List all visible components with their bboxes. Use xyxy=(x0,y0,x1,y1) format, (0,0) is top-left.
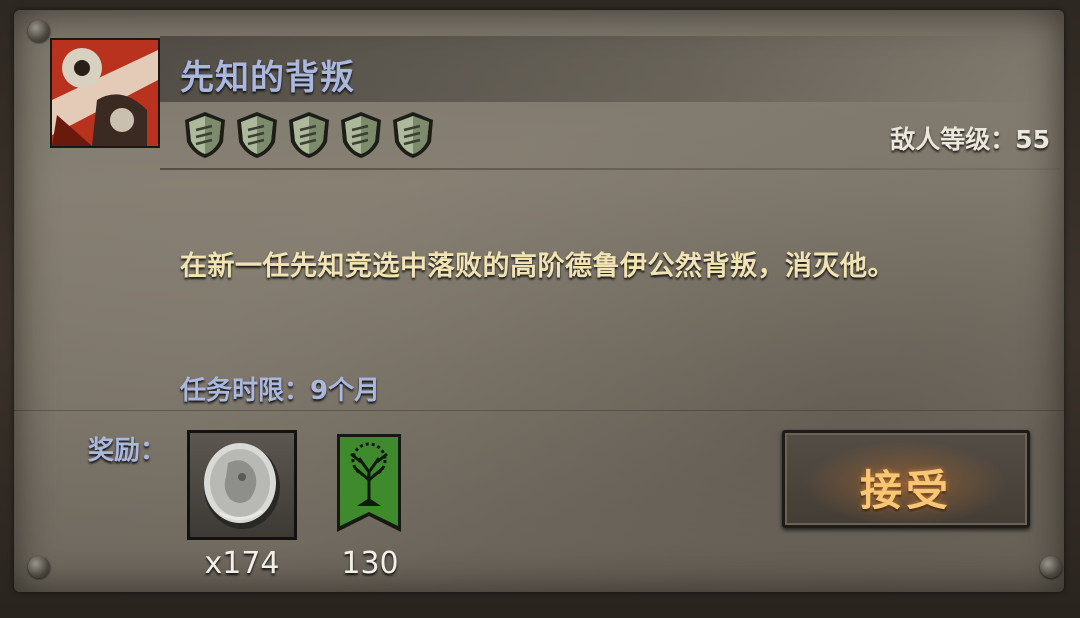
nail-top-left xyxy=(28,20,50,42)
silver-coin-icon xyxy=(204,443,280,529)
nail-bottom-left xyxy=(28,556,50,578)
difficulty-shield-icon xyxy=(289,112,329,158)
difficulty-shield-icon xyxy=(237,112,277,158)
quest-title: 先知的背叛 xyxy=(180,58,355,98)
header-divider xyxy=(160,168,1060,170)
reward-coin[interactable] xyxy=(187,430,297,540)
quest-time-limit: 任务时限：9个月 xyxy=(180,376,381,406)
accept-button[interactable]: 接受 xyxy=(782,430,1030,528)
nail-bottom-right xyxy=(1040,556,1062,578)
accept-button-label: 接受 xyxy=(859,466,952,515)
druid-portrait-icon xyxy=(52,40,158,146)
difficulty-shield-icon xyxy=(185,112,225,158)
reward-coin-count: x174 xyxy=(204,546,280,581)
enemy-level: 敌人等级：55 xyxy=(890,125,1050,154)
rewards-label: 奖励： xyxy=(88,436,167,466)
reward-banner[interactable] xyxy=(335,432,403,534)
reward-banner-count: 130 xyxy=(341,546,399,581)
difficulty-shield-icon xyxy=(393,112,433,158)
parchment-crease xyxy=(14,410,1064,411)
tree-banner-icon xyxy=(337,434,401,532)
difficulty-shield-icon xyxy=(341,112,381,158)
quest-description: 在新一任先知竞选中落败的高阶德鲁伊公然背叛，消灭他。 xyxy=(180,251,895,282)
quest-portrait xyxy=(50,38,160,148)
